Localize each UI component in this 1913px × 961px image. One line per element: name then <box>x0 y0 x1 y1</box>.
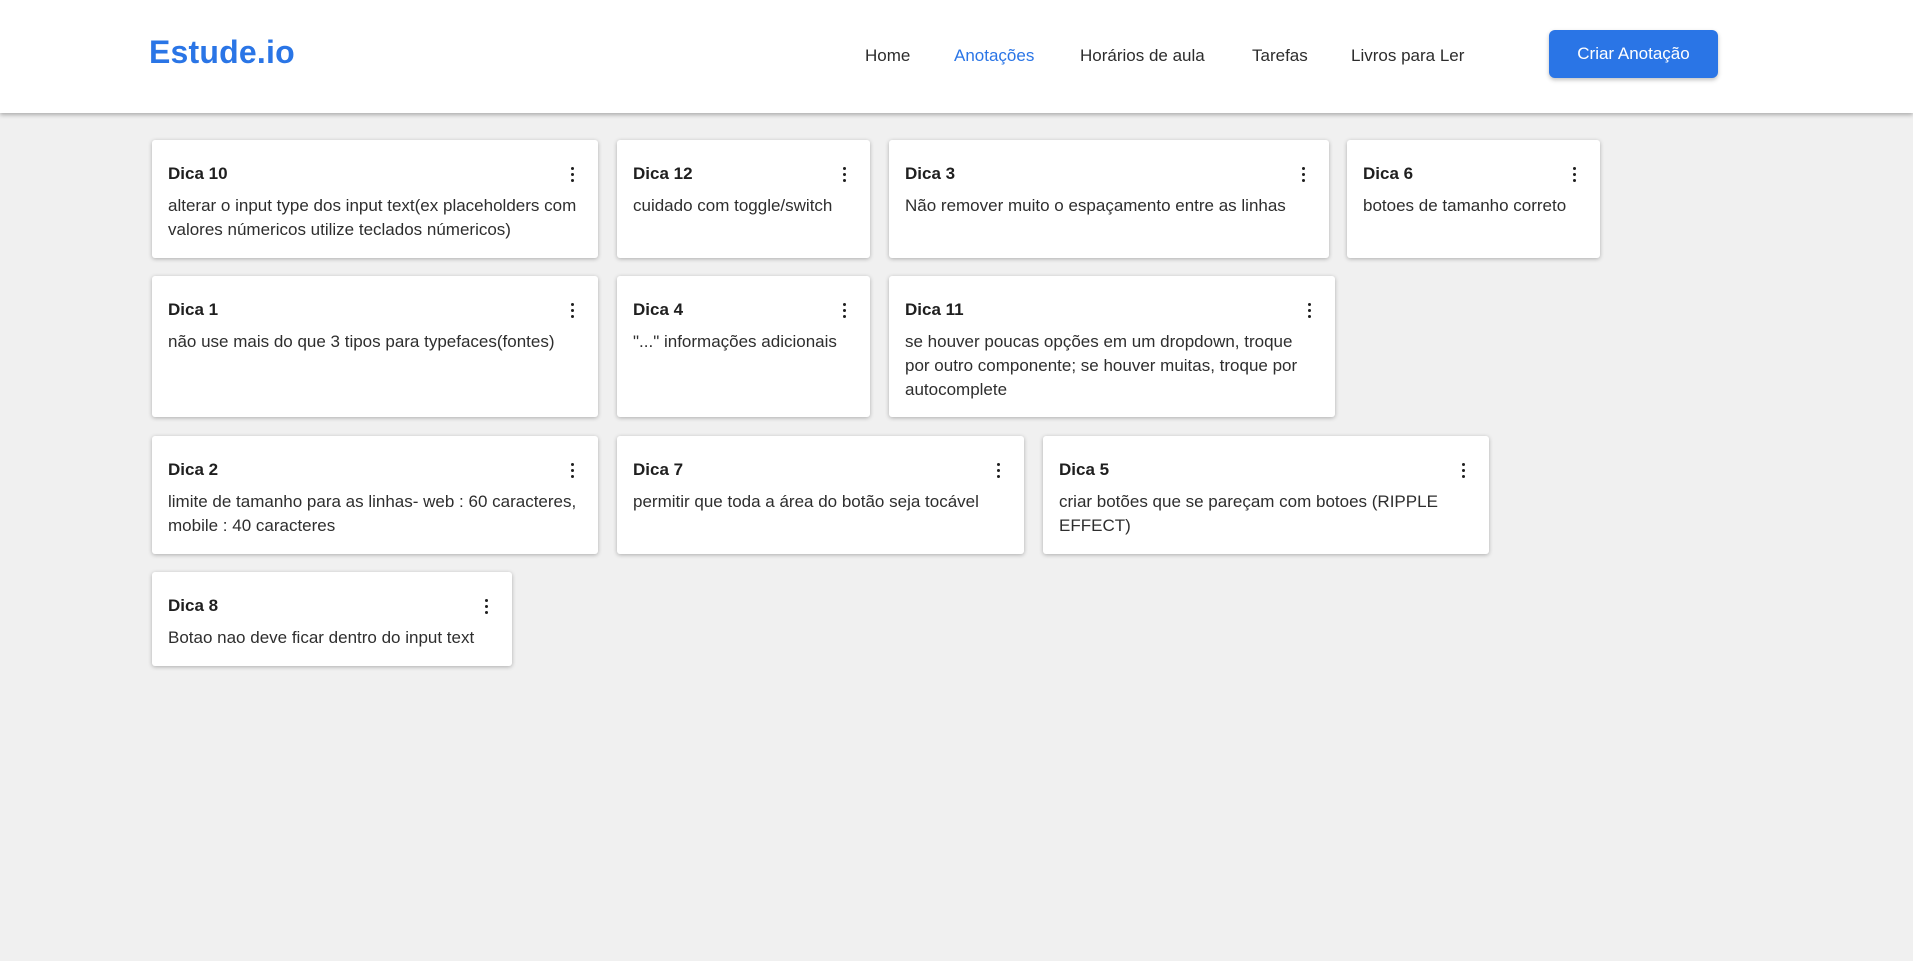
menu-dot <box>996 468 1000 472</box>
note-card[interactable]: Dica 10 alterar o input type dos input te… <box>152 140 598 258</box>
menu-dot <box>570 302 574 306</box>
more-vertical-icon[interactable] <box>1453 458 1473 482</box>
note-card-title: Dica 8 <box>168 596 219 615</box>
menu-dot <box>484 610 488 614</box>
note-card-body: alterar o input type dos input text(ex p… <box>168 196 577 239</box>
menu-dot <box>570 308 574 312</box>
more-vertical-icon[interactable] <box>834 298 854 322</box>
note-card-title: Dica 11 <box>905 300 964 319</box>
brand-logo[interactable]: Estude.io <box>149 34 295 71</box>
note-card-body: se houver poucas opções em um dropdown, … <box>905 332 1298 399</box>
nav-link-anotacoes[interactable]: Anotações <box>954 46 1034 66</box>
note-card-body: não use mais do que 3 tipos para typefac… <box>168 332 555 351</box>
menu-dot <box>1572 172 1576 176</box>
menu-dot <box>1461 462 1465 466</box>
menu-dot <box>1307 314 1311 318</box>
note-card[interactable]: Dica 7 permitir que toda a área do botão … <box>617 436 1024 554</box>
note-card[interactable]: Dica 6 botoes de tamanho correto <box>1347 140 1600 258</box>
top-navbar: Estude.io Home Anotações Horários de aul… <box>0 0 1913 113</box>
menu-dot <box>842 314 846 318</box>
more-vertical-icon[interactable] <box>1299 298 1319 322</box>
more-vertical-icon[interactable] <box>1293 162 1313 186</box>
note-card-body: Botao nao deve ficar dentro do input tex… <box>168 628 475 647</box>
note-card[interactable]: Dica 8 Botao nao deve ficar dentro do inp… <box>152 572 512 666</box>
menu-dot <box>1461 474 1465 478</box>
note-card-body: permitir que toda a área do botão seja t… <box>633 492 979 511</box>
note-card-title: Dica 12 <box>633 164 693 183</box>
menu-dot <box>1301 166 1305 170</box>
note-card[interactable]: Dica 5 criar botões que se pareçam com bo… <box>1043 436 1489 554</box>
note-card[interactable]: Dica 3 Não remover muito o espaçamento en… <box>889 140 1329 258</box>
menu-dot <box>570 468 574 472</box>
menu-dot <box>996 474 1000 478</box>
note-card-body: cuidado com toggle/switch <box>633 196 833 215</box>
nav-link-horarios[interactable]: Horários de aula <box>1080 46 1205 66</box>
menu-dot <box>570 314 574 318</box>
note-card[interactable]: Dica 4 "..." informações adicionais <box>617 276 870 417</box>
note-card[interactable]: Dica 1 não use mais do que 3 tipos para t… <box>152 276 598 417</box>
more-vertical-icon[interactable] <box>562 298 582 322</box>
note-card[interactable]: Dica 11 se houver poucas opções em um dro… <box>889 276 1335 417</box>
more-vertical-icon[interactable] <box>476 594 496 618</box>
menu-dot <box>570 172 574 176</box>
menu-dot <box>842 172 846 176</box>
more-vertical-icon[interactable] <box>988 458 1008 482</box>
menu-dot <box>484 598 488 602</box>
nav-link-home[interactable]: Home <box>865 46 910 66</box>
more-vertical-icon[interactable] <box>834 162 854 186</box>
note-card-title: Dica 5 <box>1059 460 1110 479</box>
menu-dot <box>570 178 574 182</box>
note-card-body: limite de tamanho para as linhas- web : … <box>168 492 577 535</box>
menu-dot <box>570 462 574 466</box>
more-vertical-icon[interactable] <box>1564 162 1584 186</box>
menu-dot <box>842 302 846 306</box>
menu-dot <box>570 474 574 478</box>
menu-dot <box>484 604 488 608</box>
menu-dot <box>842 308 846 312</box>
nav-link-livros[interactable]: Livros para Ler <box>1351 46 1464 66</box>
note-card[interactable]: Dica 12 cuidado com toggle/switch <box>617 140 870 258</box>
menu-dot <box>1572 166 1576 170</box>
note-card-title: Dica 4 <box>633 300 684 319</box>
menu-dot <box>1301 172 1305 176</box>
menu-dot <box>1307 308 1311 312</box>
menu-dot <box>1461 468 1465 472</box>
menu-dot <box>1301 178 1305 182</box>
note-card-title: Dica 1 <box>168 300 219 319</box>
note-card-title: Dica 3 <box>905 164 956 183</box>
note-card[interactable]: Dica 2 limite de tamanho para as linhas- … <box>152 436 598 554</box>
menu-dot <box>570 166 574 170</box>
note-card-title: Dica 6 <box>1363 164 1414 183</box>
nav-link-tarefas[interactable]: Tarefas <box>1252 46 1308 66</box>
more-vertical-icon[interactable] <box>562 162 582 186</box>
more-vertical-icon[interactable] <box>562 458 582 482</box>
menu-dot <box>842 166 846 170</box>
note-card-title: Dica 2 <box>168 460 219 479</box>
menu-dot <box>842 178 846 182</box>
menu-dot <box>996 462 1000 466</box>
note-card-body: Não remover muito o espaçamento entre as… <box>905 196 1286 215</box>
note-card-body: "..." informações adicionais <box>633 332 837 351</box>
note-card-body: botoes de tamanho correto <box>1363 196 1567 215</box>
note-card-body: criar botões que se pareçam com botoes (… <box>1059 492 1438 535</box>
menu-dot <box>1572 178 1576 182</box>
note-card-title: Dica 7 <box>633 460 684 479</box>
create-note-button[interactable]: Criar Anotação <box>1549 30 1718 78</box>
menu-dot <box>1307 302 1311 306</box>
note-card-title: Dica 10 <box>168 164 228 183</box>
